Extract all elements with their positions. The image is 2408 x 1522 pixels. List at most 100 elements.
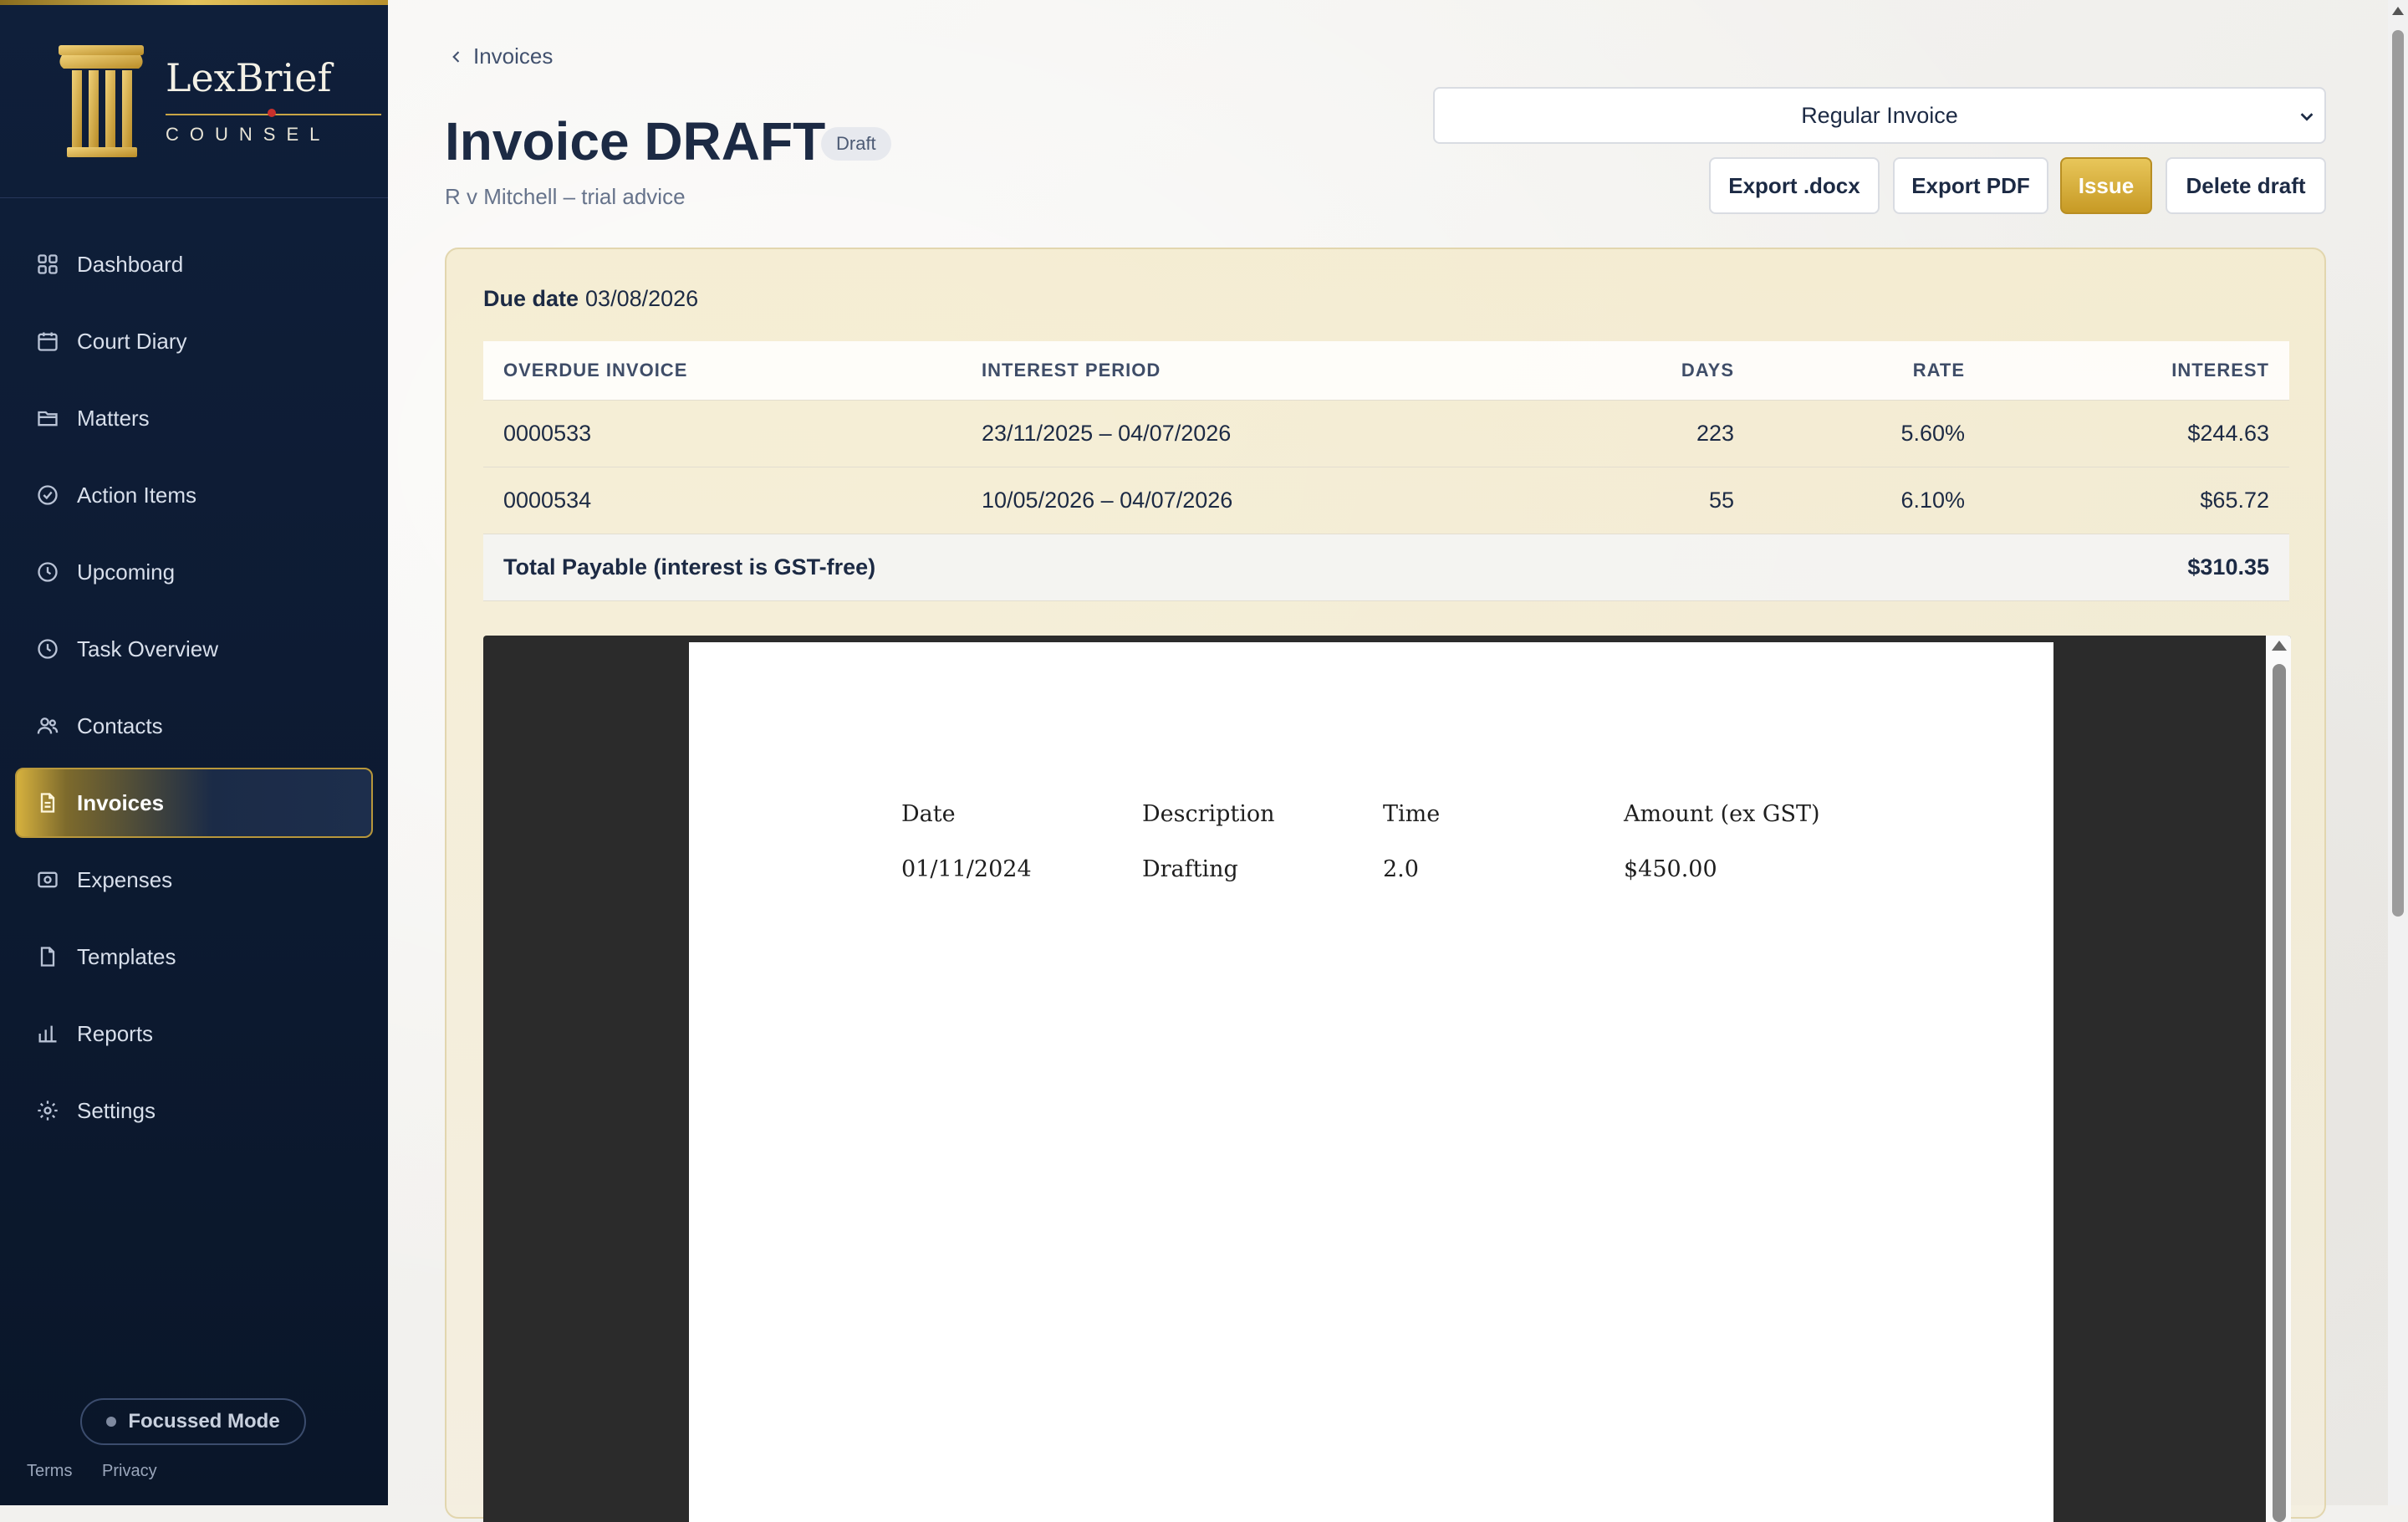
sidebar-nav: Dashboard Court Diary Matters Action Ite… — [0, 226, 388, 1149]
sidebar-item-label: Dashboard — [77, 251, 184, 277]
due-date-value: 03/08/2026 — [585, 286, 699, 311]
breadcrumb[interactable]: Invoices — [448, 43, 553, 69]
sidebar-item-label: Expenses — [77, 866, 173, 892]
dashboard-icon — [35, 252, 60, 277]
sidebar-item-court-diary[interactable]: Court Diary — [0, 303, 388, 380]
sidebar-item-upcoming[interactable]: Upcoming — [0, 534, 388, 610]
brand-logo[interactable]: LexBrief COUNSEL — [55, 42, 381, 167]
interest-table: OVERDUE INVOICE INTEREST PERIOD DAYS RAT… — [483, 341, 2289, 601]
main-content: Invoices Invoice DRAFT Draft R v Mitchel… — [388, 0, 2388, 1522]
sidebar-item-label: Settings — [77, 1097, 156, 1123]
sidebar-item-label: Upcoming — [77, 559, 176, 585]
table-cell: 223 — [1480, 400, 1754, 467]
privacy-link[interactable]: Privacy — [102, 1462, 157, 1480]
focus-mode-toggle[interactable]: Focussed Mode — [80, 1398, 306, 1445]
due-date-label: Due date — [483, 286, 579, 311]
column-header: RATE — [1754, 341, 1985, 401]
sidebar-item-settings[interactable]: Settings — [0, 1072, 388, 1149]
preview-cell: $450.00 — [1624, 856, 1717, 882]
clock-icon — [35, 636, 60, 661]
sidebar-item-invoices[interactable]: Invoices — [0, 764, 388, 841]
delete-draft-button[interactable]: Delete draft — [2166, 157, 2326, 214]
column-header: OVERDUE INVOICE — [483, 341, 962, 401]
sidebar-item-templates[interactable]: Templates — [0, 918, 388, 995]
sidebar-item-label: Contacts — [77, 712, 163, 738]
preview-header: Time — [1383, 801, 1441, 827]
column-header: INTEREST PERIOD — [962, 341, 1480, 401]
calendar-icon — [35, 329, 60, 354]
active-highlight — [15, 768, 373, 838]
sidebar-item-label: Action Items — [77, 482, 197, 508]
table-cell: $244.63 — [1985, 400, 2289, 467]
table-cell: 55 — [1480, 467, 1754, 534]
pillar-logo-icon — [59, 45, 144, 157]
brand-tagline-text: COUNSEL — [166, 124, 331, 145]
table-cell: 0000534 — [483, 467, 962, 534]
brand-name: LexBrief — [166, 55, 332, 100]
status-dot — [106, 1417, 117, 1427]
table-cell: 23/11/2025 – 04/07/2026 — [962, 400, 1480, 467]
sidebar-item-expenses[interactable]: Expenses — [0, 841, 388, 918]
sidebar-item-action-items[interactable]: Action Items — [0, 457, 388, 534]
column-header: DAYS — [1480, 341, 1754, 401]
chevron-down-icon — [2300, 113, 2314, 121]
breadcrumb-label: Invoices — [473, 43, 554, 69]
sidebar-footer: Terms Privacy — [27, 1462, 182, 1481]
focus-mode-label: Focussed Mode — [128, 1410, 280, 1433]
sidebar-item-label: Task Overview — [77, 636, 219, 661]
issue-button[interactable]: Issue — [2060, 157, 2152, 214]
due-date: Due date 03/08/2026 — [483, 286, 698, 312]
sidebar-item-dashboard[interactable]: Dashboard — [0, 226, 388, 303]
scrollbar-thumb[interactable] — [2273, 664, 2286, 1522]
total-label: Total Payable (interest is GST-free) — [483, 534, 1985, 601]
sidebar-item-task-overview[interactable]: Task Overview — [0, 610, 388, 687]
table-row: 0000534 10/05/2026 – 04/07/2026 55 6.10%… — [483, 467, 2289, 534]
table-cell: 5.60% — [1754, 400, 1985, 467]
pdf-page: Date Description Time Amount (ex GST) 01… — [689, 642, 2053, 1522]
sidebar: LexBrief COUNSEL Dashboard Court Diary M… — [0, 0, 388, 1505]
pdf-preview[interactable]: Date Description Time Amount (ex GST) 01… — [483, 636, 2291, 1522]
sidebar-item-label: Matters — [77, 405, 150, 431]
invoice-type-value: Regular Invoice — [1801, 102, 1958, 128]
table-cell: 0000533 — [483, 400, 962, 467]
document-icon — [35, 790, 60, 815]
terms-link[interactable]: Terms — [27, 1462, 72, 1480]
status-badge: Draft — [821, 127, 891, 161]
gear-icon — [35, 1098, 60, 1123]
preview-cell: 01/11/2024 — [901, 856, 1032, 882]
scrollbar-thumb[interactable] — [2392, 30, 2404, 917]
page-subtitle: R v Mitchell – trial advice — [445, 184, 686, 209]
sidebar-item-contacts[interactable]: Contacts — [0, 687, 388, 764]
file-icon — [35, 944, 60, 969]
table-cell: 10/05/2026 – 04/07/2026 — [962, 467, 1480, 534]
column-header: INTEREST — [1985, 341, 2289, 401]
sidebar-item-label: Court Diary — [77, 328, 187, 354]
clock-icon — [35, 559, 60, 585]
preview-scrollbar[interactable] — [2266, 636, 2291, 1522]
preview-cell: Drafting — [1142, 856, 1238, 882]
receipt-icon — [35, 867, 60, 892]
table-cell: 6.10% — [1754, 467, 1985, 534]
preview-header: Amount (ex GST) — [1624, 801, 1820, 827]
preview-header: Description — [1142, 801, 1275, 827]
export-pdf-button[interactable]: Export PDF — [1893, 157, 2048, 214]
scroll-up-icon[interactable] — [2392, 7, 2404, 15]
sidebar-item-reports[interactable]: Reports — [0, 995, 388, 1072]
bar-chart-icon — [35, 1021, 60, 1046]
total-value: $310.35 — [1985, 534, 2289, 601]
invoice-type-select[interactable]: Regular Invoice — [1433, 87, 2326, 144]
sidebar-item-label: Templates — [77, 943, 176, 969]
invoice-card: Due date 03/08/2026 OVERDUE INVOICE INTER… — [445, 248, 2326, 1522]
scroll-up-icon[interactable] — [2272, 641, 2287, 651]
page-title: Invoice DRAFT — [445, 111, 826, 171]
folder-icon — [35, 406, 60, 431]
page-scrollbar[interactable] — [2388, 0, 2408, 1505]
sidebar-top-accent — [0, 0, 388, 5]
sidebar-item-matters[interactable]: Matters — [0, 380, 388, 457]
export-docx-button[interactable]: Export .docx — [1709, 157, 1880, 214]
sidebar-item-label: Reports — [77, 1020, 154, 1046]
sidebar-item-label: Invoices — [77, 789, 165, 815]
brand-dot — [268, 109, 276, 117]
chevron-left-icon — [452, 50, 460, 63]
table-cell: $65.72 — [1985, 467, 2289, 534]
